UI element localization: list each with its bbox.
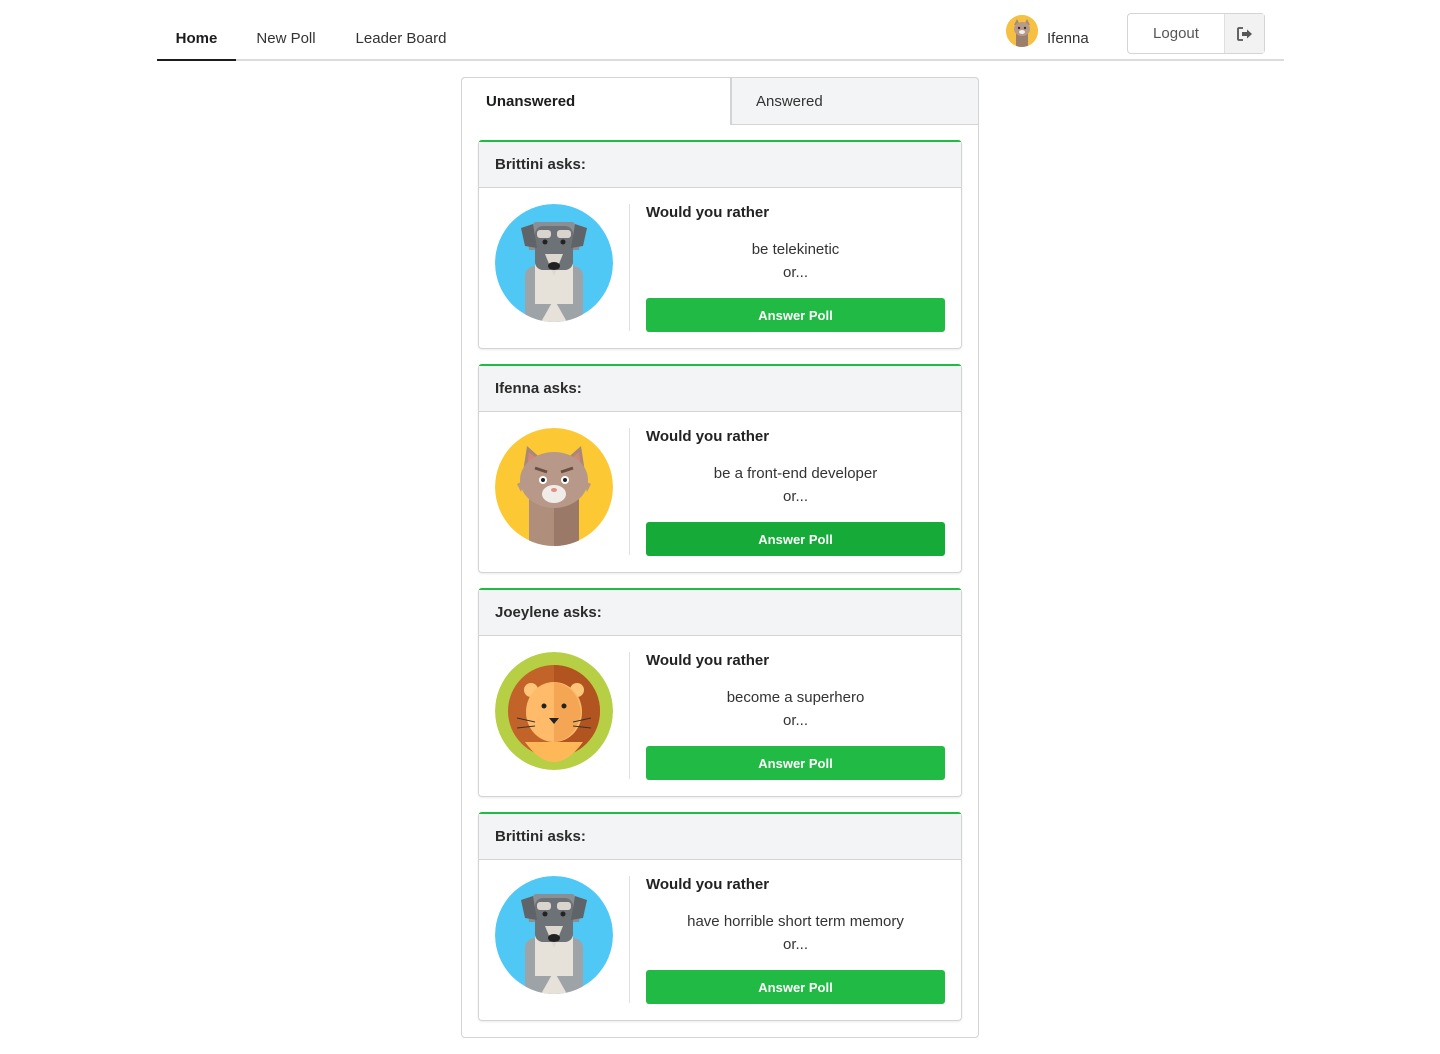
logout-button[interactable]: Logout (1127, 13, 1265, 54)
user-name: Ifenna (1047, 30, 1089, 47)
poll-card: Ifenna asks: Would you rather be a front… (478, 364, 962, 573)
divider (629, 204, 630, 331)
answer-poll-button[interactable]: Answer Poll (646, 970, 945, 1004)
divider (629, 876, 630, 1003)
dog-avatar-icon (495, 204, 613, 322)
poll-or: or... (782, 264, 808, 281)
poll-card: Joeylene asks: Would you rather become a… (478, 588, 962, 797)
user-avatar (1006, 15, 1038, 47)
poll-card: Brittini asks: Would you rather be telek… (478, 140, 962, 349)
poll-prompt: Would you rather (646, 204, 770, 221)
divider (629, 428, 630, 555)
cat-avatar-icon (495, 428, 613, 546)
poll-option: be a front-end developer (713, 465, 878, 482)
top-nav: Home New Poll Leader Board Ifenna Logout (157, 0, 1284, 61)
dog-avatar-icon (495, 876, 613, 994)
poll-or: or... (782, 936, 808, 953)
tab-unanswered[interactable]: Unanswered (461, 77, 731, 125)
answer-poll-button[interactable]: Answer Poll (646, 746, 945, 780)
nav-new-poll[interactable]: New Poll (236, 20, 336, 61)
poll-card: Brittini asks: Would you rather have hor… (478, 812, 962, 1021)
logout-label: Logout (1153, 25, 1199, 42)
sign-out-icon (1224, 14, 1264, 53)
answer-poll-button[interactable]: Answer Poll (646, 522, 945, 556)
poll-asker: Ifenna asks: (479, 366, 961, 412)
poll-option: become a superhero (726, 689, 865, 706)
nav-leader-board[interactable]: Leader Board (336, 20, 466, 61)
cat-avatar-icon (1006, 15, 1038, 47)
tab-answered[interactable]: Answered (731, 77, 979, 125)
poll-option: be telekinetic (751, 241, 840, 258)
poll-asker: Brittini asks: (479, 814, 961, 860)
lion-avatar-icon (495, 652, 613, 770)
poll-prompt: Would you rather (646, 428, 770, 445)
poll-option: have horrible short term memory (687, 913, 904, 930)
nav-home[interactable]: Home (157, 20, 236, 61)
poll-or: or... (782, 712, 808, 729)
poll-asker: Joeylene asks: (479, 590, 961, 636)
poll-prompt: Would you rather (646, 876, 770, 893)
poll-or: or... (782, 488, 808, 505)
poll-prompt: Would you rather (646, 652, 770, 669)
answer-poll-button[interactable]: Answer Poll (646, 298, 945, 332)
divider (629, 652, 630, 779)
poll-asker: Brittini asks: (479, 142, 961, 188)
